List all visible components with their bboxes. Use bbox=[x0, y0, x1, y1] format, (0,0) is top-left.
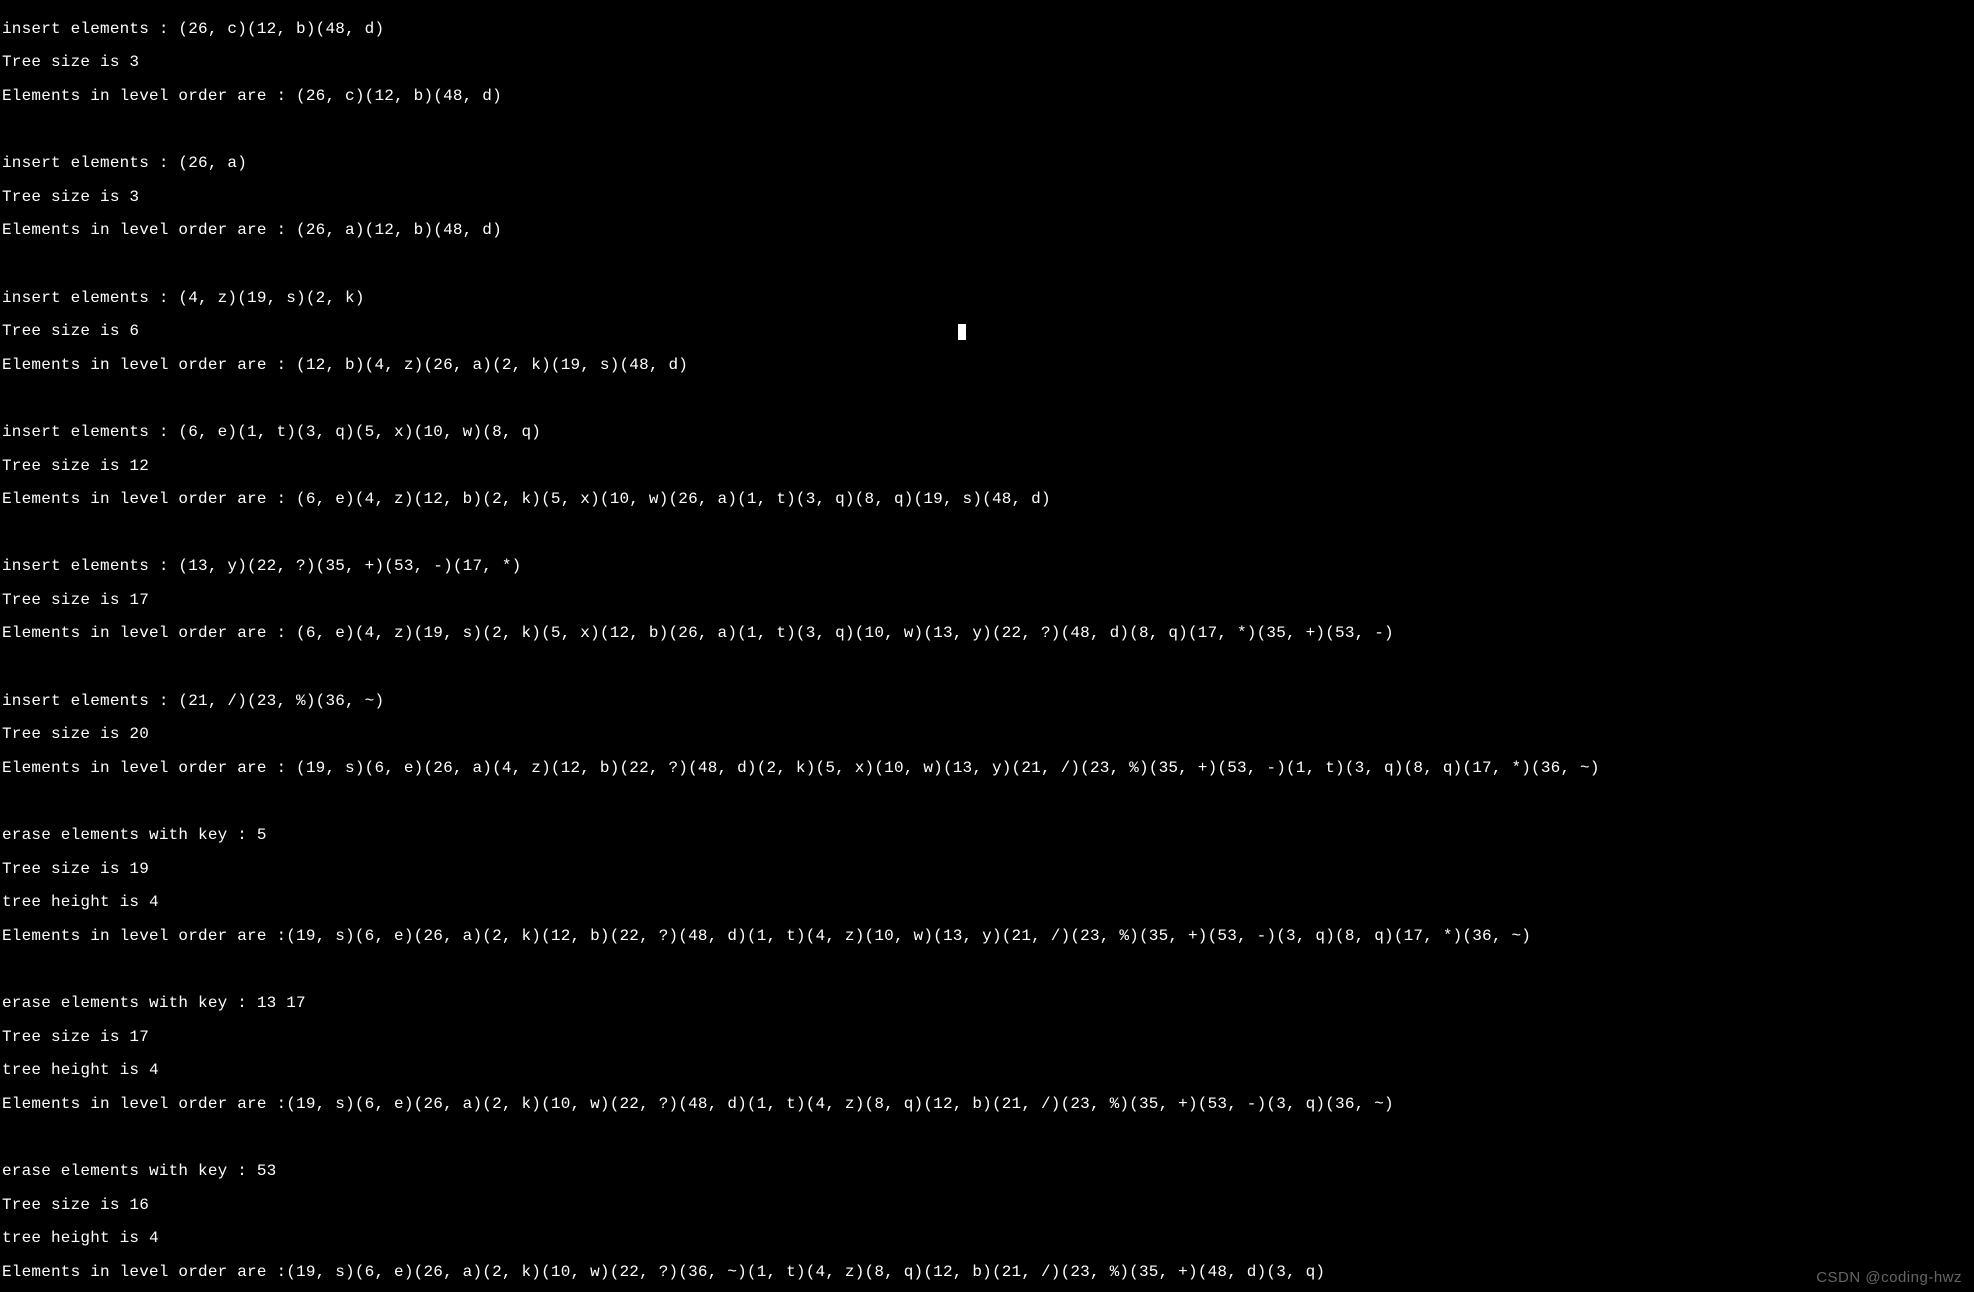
output-line: Elements in level order are : (6, e)(4, … bbox=[2, 625, 1974, 642]
output-line: tree height is 4 bbox=[2, 1230, 1974, 1247]
output-line: erase elements with key : 53 bbox=[2, 1163, 1974, 1180]
output-line: Tree size is 3 bbox=[2, 189, 1974, 206]
output-line: Elements in level order are : (19, s)(6,… bbox=[2, 760, 1974, 777]
output-line: erase elements with key : 5 bbox=[2, 827, 1974, 844]
output-line: insert elements : (13, y)(22, ?)(35, +)(… bbox=[2, 558, 1974, 575]
output-line bbox=[2, 793, 1974, 810]
output-line: erase elements with key : 13 17 bbox=[2, 995, 1974, 1012]
output-line bbox=[2, 1129, 1974, 1146]
output-line bbox=[2, 390, 1974, 407]
output-line: Elements in level order are :(19, s)(6, … bbox=[2, 928, 1974, 945]
output-line bbox=[2, 525, 1974, 542]
output-line: Tree size is 20 bbox=[2, 726, 1974, 743]
output-line: Elements in level order are : (6, e)(4, … bbox=[2, 491, 1974, 508]
output-line: Elements in level order are : (26, c)(12… bbox=[2, 88, 1974, 105]
output-line: insert elements : (26, c)(12, b)(48, d) bbox=[2, 21, 1974, 38]
output-line: insert elements : (4, z)(19, s)(2, k) bbox=[2, 290, 1974, 307]
output-line: insert elements : (6, e)(1, t)(3, q)(5, … bbox=[2, 424, 1974, 441]
output-line bbox=[2, 122, 1974, 139]
terminal-cursor[interactable] bbox=[958, 324, 966, 340]
terminal-output: insert elements : (26, c)(12, b)(48, d) … bbox=[0, 0, 1974, 1292]
output-line: Tree size is 12 bbox=[2, 458, 1974, 475]
output-line: Tree size is 19 bbox=[2, 861, 1974, 878]
output-line: Elements in level order are : (26, a)(12… bbox=[2, 222, 1974, 239]
output-line: Tree size is 3 bbox=[2, 54, 1974, 71]
output-line: insert elements : (26, a) bbox=[2, 155, 1974, 172]
output-line: Elements in level order are :(19, s)(6, … bbox=[2, 1264, 1974, 1281]
output-line bbox=[2, 256, 1974, 273]
output-line bbox=[2, 659, 1974, 676]
output-line: tree height is 4 bbox=[2, 1062, 1974, 1079]
output-line: tree height is 4 bbox=[2, 894, 1974, 911]
output-line: Tree size is 17 bbox=[2, 592, 1974, 609]
output-line: Elements in level order are :(19, s)(6, … bbox=[2, 1096, 1974, 1113]
output-line: Tree size is 16 bbox=[2, 1197, 1974, 1214]
output-line: Elements in level order are : (12, b)(4,… bbox=[2, 357, 1974, 374]
output-line: Tree size is 6 bbox=[2, 323, 1974, 340]
watermark-text: CSDN @coding-hwz bbox=[1816, 1270, 1962, 1286]
output-line bbox=[2, 961, 1974, 978]
output-line: Tree size is 17 bbox=[2, 1029, 1974, 1046]
output-line: insert elements : (21, /)(23, %)(36, ~) bbox=[2, 693, 1974, 710]
